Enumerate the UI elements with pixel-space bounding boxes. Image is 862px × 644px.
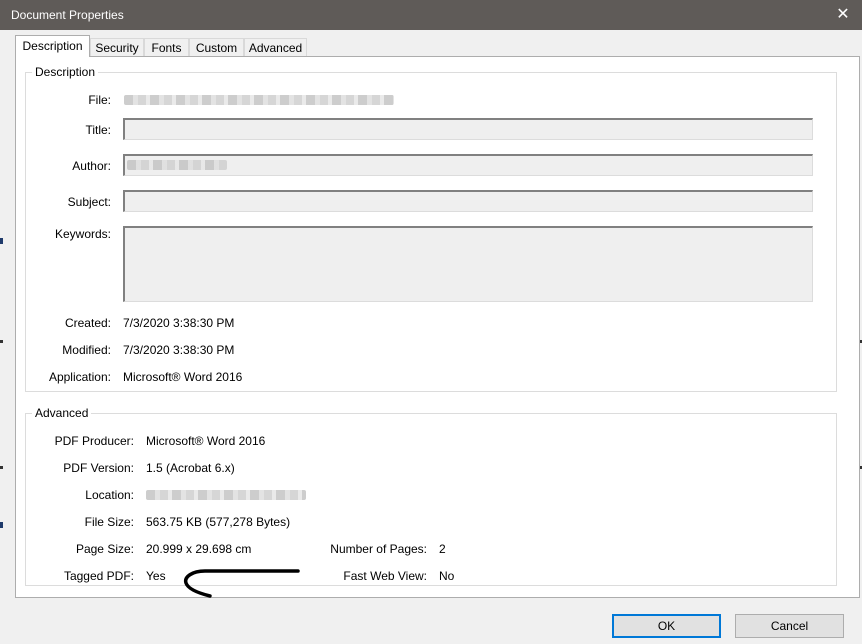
tab-advanced[interactable]: Advanced bbox=[244, 38, 307, 56]
subject-label: Subject: bbox=[67, 195, 111, 209]
location-value-redacted bbox=[146, 490, 306, 500]
keywords-field[interactable] bbox=[123, 226, 813, 302]
background-edge bbox=[0, 340, 3, 343]
description-group: Description File: Title: Author: Subject… bbox=[25, 65, 837, 392]
cancel-button[interactable]: Cancel bbox=[735, 614, 844, 638]
pdf-version-label: PDF Version: bbox=[63, 461, 134, 475]
keywords-label: Keywords: bbox=[54, 227, 111, 241]
background-edge bbox=[0, 466, 3, 469]
pdf-producer-value: Microsoft® Word 2016 bbox=[146, 434, 266, 448]
file-value-redacted bbox=[124, 95, 394, 105]
tab-description[interactable]: Description bbox=[15, 35, 90, 57]
file-label: File: bbox=[88, 93, 111, 107]
advanced-group: Advanced PDF Producer: Microsoft® Word 2… bbox=[25, 406, 837, 586]
pdf-producer-label: PDF Producer: bbox=[54, 434, 134, 448]
window-title: Document Properties bbox=[11, 8, 124, 22]
advanced-group-title: Advanced bbox=[32, 406, 92, 420]
tab-panel: Description File: Title: Author: Subject… bbox=[15, 56, 860, 598]
title-bar: Document Properties ✕ bbox=[0, 0, 862, 30]
modified-label: Modified: bbox=[62, 343, 111, 357]
title-field[interactable] bbox=[123, 118, 813, 140]
description-group-title: Description bbox=[32, 65, 99, 79]
close-icon[interactable]: ✕ bbox=[832, 5, 854, 25]
subject-field[interactable] bbox=[123, 190, 813, 212]
pdf-version-value: 1.5 (Acrobat 6.x) bbox=[146, 461, 235, 475]
fast-web-view-value: No bbox=[439, 569, 455, 583]
created-value: 7/3/2020 3:38:30 PM bbox=[123, 316, 235, 330]
background-edge bbox=[0, 238, 3, 244]
location-label: Location: bbox=[85, 488, 134, 502]
file-size-label: File Size: bbox=[84, 515, 134, 529]
created-label: Created: bbox=[64, 316, 111, 330]
page-size-label: Page Size: bbox=[75, 542, 134, 556]
file-size-value: 563.75 KB (577,278 Bytes) bbox=[146, 515, 291, 529]
modified-value: 7/3/2020 3:38:30 PM bbox=[123, 343, 235, 357]
page-size-value: 20.999 x 29.698 cm bbox=[146, 542, 252, 556]
application-label: Application: bbox=[48, 370, 111, 384]
number-of-pages-label: Number of Pages: bbox=[330, 542, 427, 556]
author-label: Author: bbox=[72, 159, 111, 173]
author-value-redacted bbox=[127, 160, 227, 170]
tab-custom[interactable]: Custom bbox=[189, 38, 244, 56]
tab-fonts[interactable]: Fonts bbox=[144, 38, 189, 56]
background-edge bbox=[0, 522, 3, 528]
number-of-pages-value: 2 bbox=[439, 542, 446, 556]
ok-button[interactable]: OK bbox=[612, 614, 721, 638]
tagged-pdf-value: Yes bbox=[146, 569, 166, 583]
arrow-annotation-icon bbox=[183, 569, 300, 598]
title-label: Title: bbox=[85, 123, 111, 137]
tab-security[interactable]: Security bbox=[90, 38, 144, 56]
author-field[interactable] bbox=[123, 154, 813, 176]
fast-web-view-label: Fast Web View: bbox=[343, 569, 427, 583]
application-value: Microsoft® Word 2016 bbox=[123, 370, 243, 384]
tagged-pdf-label: Tagged PDF: bbox=[63, 569, 134, 583]
